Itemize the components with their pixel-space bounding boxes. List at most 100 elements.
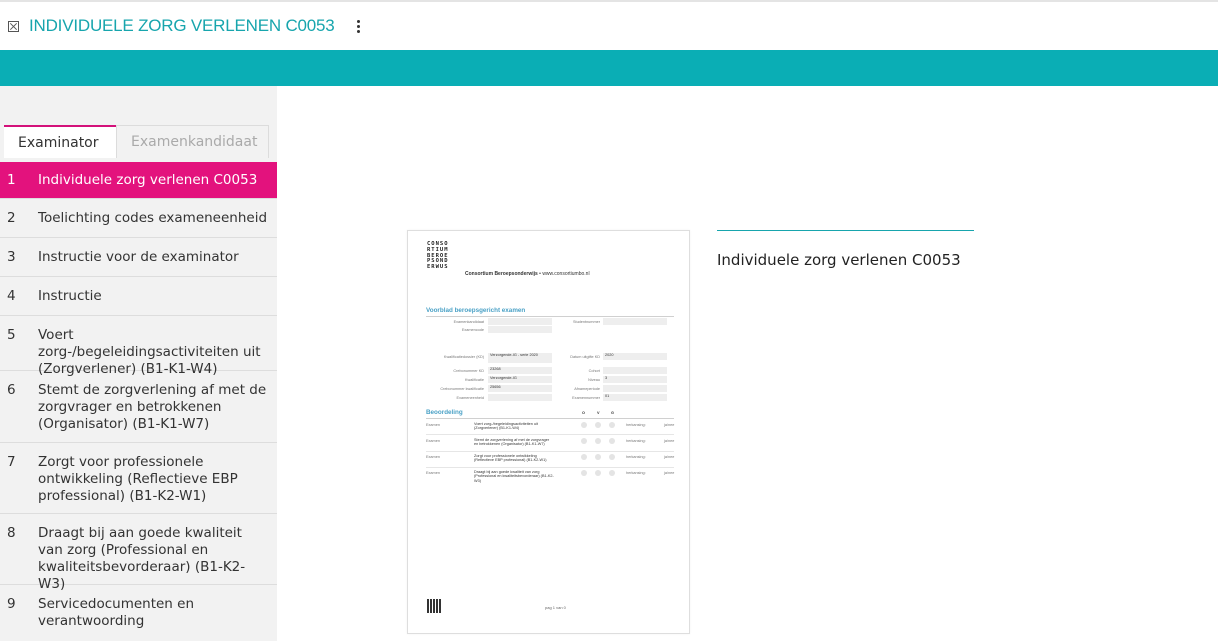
field-value xyxy=(488,394,552,401)
score-circle xyxy=(581,438,587,444)
row-text: Voert zorg-/begeleidingsactiviteiten uit… xyxy=(474,422,538,431)
nav-item-number: 7 xyxy=(7,454,16,470)
field-label: Cohort xyxy=(588,369,600,373)
field-label: Afnameperiode xyxy=(574,387,600,391)
score-circle xyxy=(581,454,587,460)
row-janee: ja/nee xyxy=(664,423,675,427)
row-herkansing: herkansing: xyxy=(626,471,646,475)
nav-item-7[interactable]: 7 Zorgt voor professionele ontwikkeling … xyxy=(0,443,277,514)
header-band xyxy=(0,50,1218,86)
nav-item-2[interactable]: 2 Toelichting codes exameneenheid xyxy=(0,199,277,238)
nav-item-1[interactable]: 1 Individuele zorg verlenen C0053 xyxy=(0,162,277,199)
row-text: Zorgt voor professionele ontwikkeling (R… xyxy=(474,454,547,463)
field-label: Kwalificatie xyxy=(465,378,484,382)
nav-item-label: Zorgt voor professionele ontwikkeling (R… xyxy=(38,454,238,504)
nav-item-number: 6 xyxy=(7,382,16,398)
row-janee: ja/nee xyxy=(664,471,675,475)
score-circle xyxy=(609,454,615,460)
tab-examenkandidaat[interactable]: Examenkandidaat xyxy=(116,125,269,158)
divider xyxy=(426,467,674,468)
nav-item-3[interactable]: 3 Instructie voor de examinator xyxy=(0,238,277,277)
row-label: Examen xyxy=(426,471,440,475)
divider xyxy=(426,316,674,317)
field-label: Examencode xyxy=(461,328,484,332)
nav-item-number: 9 xyxy=(7,596,16,612)
nav-item-4[interactable]: 4 Instructie xyxy=(0,277,277,316)
top-border xyxy=(0,0,1218,2)
field-value: 2020 xyxy=(603,353,667,360)
nav-item-6[interactable]: 6 Stemt de zorgverlening af met de zorgv… xyxy=(0,371,277,443)
nav-item-5[interactable]: 5 Voert zorg-/begeleidingsactiviteiten u… xyxy=(0,316,277,377)
row-text: Stemt de zorgverlening af met de zorgvra… xyxy=(474,438,550,447)
field-label: Studentnummer xyxy=(572,320,600,324)
page-number: pag 1 van 0 xyxy=(545,605,566,610)
ovg-v: V xyxy=(597,411,600,415)
row-herkansing: herkansing: xyxy=(626,455,646,459)
row-label: Examen xyxy=(426,455,440,459)
close-icon[interactable] xyxy=(8,20,19,32)
org-line: Consortium Beroepsonderwijs • www.consor… xyxy=(465,271,590,277)
ovg-g: G xyxy=(611,411,614,415)
row-label: Examen xyxy=(426,439,440,443)
field-label: Examennummer xyxy=(572,396,600,400)
score-circle xyxy=(581,470,587,476)
field-label: Exameneenheid xyxy=(456,396,484,400)
title-bar: INDIVIDUELE ZORG VERLENEN C0053 xyxy=(0,3,1218,49)
field-label: Datum uitgifte KD xyxy=(570,355,600,359)
nav-item-number: 4 xyxy=(7,288,16,304)
section-title-beoordeling: Beoordeling xyxy=(426,409,463,416)
field-value: 3 xyxy=(603,376,667,383)
tab-examinator[interactable]: Examinator xyxy=(4,125,116,158)
nav-item-number: 3 xyxy=(7,249,16,265)
nav-item-label: Voert zorg-/begeleidingsactiviteiten uit… xyxy=(38,327,261,377)
field-value: Verzorgende-IG xyxy=(488,376,552,383)
field-value: 23268 xyxy=(488,367,552,374)
qr-code-icon xyxy=(427,599,441,613)
nav-item-number: 8 xyxy=(7,525,16,541)
field-value xyxy=(603,367,667,374)
row-text: Draagt bij aan goede kwaliteit van zorg … xyxy=(474,470,554,483)
score-circle xyxy=(609,470,615,476)
field-label: Niveau xyxy=(588,378,600,382)
field-label: Examenkandidaat xyxy=(453,320,484,324)
detail-title: Individuele zorg verlenen C0053 xyxy=(717,251,961,269)
logo-row: ERWUS xyxy=(427,264,449,271)
nav-item-number: 1 xyxy=(7,172,16,188)
nav-item-number: 2 xyxy=(7,210,16,226)
field-label: Crebonummer kwalificatie xyxy=(440,387,484,391)
nav-item-label: Individuele zorg verlenen C0053 xyxy=(38,172,258,188)
org-name: Consortium Beroepsonderwijs xyxy=(465,271,538,277)
row-herkansing: herkansing: xyxy=(626,439,646,443)
sidebar-tabs: Examinator Examenkandidaat xyxy=(4,125,269,158)
nav-item-label: Servicedocumenten en verantwoording xyxy=(38,596,195,629)
field-value: 01 xyxy=(603,394,667,401)
score-circle xyxy=(595,470,601,476)
nav-item-label: Instructie xyxy=(38,288,102,304)
nav-item-label: Stemt de zorgverlening af met de zorgvra… xyxy=(38,382,267,432)
field-value xyxy=(488,318,552,325)
row-janee: ja/nee xyxy=(664,455,675,459)
consortium-logo: CONSO RTIUM BEROE PSOND ERWUS xyxy=(427,241,449,271)
divider xyxy=(426,418,674,419)
ovg-o: O xyxy=(582,411,585,415)
field-value xyxy=(488,326,552,333)
field-value xyxy=(603,385,667,392)
row-janee: ja/nee xyxy=(664,439,675,443)
chapter-list: 1 Individuele zorg verlenen C0053 2 Toel… xyxy=(0,162,277,639)
field-value xyxy=(603,318,667,325)
nav-item-number: 5 xyxy=(7,327,16,343)
nav-item-9[interactable]: 9 Servicedocumenten en verantwoording xyxy=(0,585,277,639)
sidebar: Examinator Examenkandidaat 1 Individuele… xyxy=(0,86,277,641)
field-label: Kwalificatiedossier (KD) xyxy=(443,355,484,359)
more-options-icon[interactable] xyxy=(356,19,360,33)
divider xyxy=(426,434,674,435)
score-circle xyxy=(595,454,601,460)
score-circle xyxy=(609,438,615,444)
nav-item-label: Instructie voor de examinator xyxy=(38,249,239,265)
nav-item-8[interactable]: 8 Draagt bij aan goede kwaliteit van zor… xyxy=(0,514,277,592)
score-circle xyxy=(595,438,601,444)
score-circle xyxy=(609,422,615,428)
nav-item-label: Toelichting codes exameneenheid xyxy=(38,210,268,226)
app-title: INDIVIDUELE ZORG VERLENEN C0053 xyxy=(29,16,335,35)
document-thumbnail[interactable]: CONSO RTIUM BEROE PSOND ERWUS Consortium… xyxy=(407,230,690,634)
